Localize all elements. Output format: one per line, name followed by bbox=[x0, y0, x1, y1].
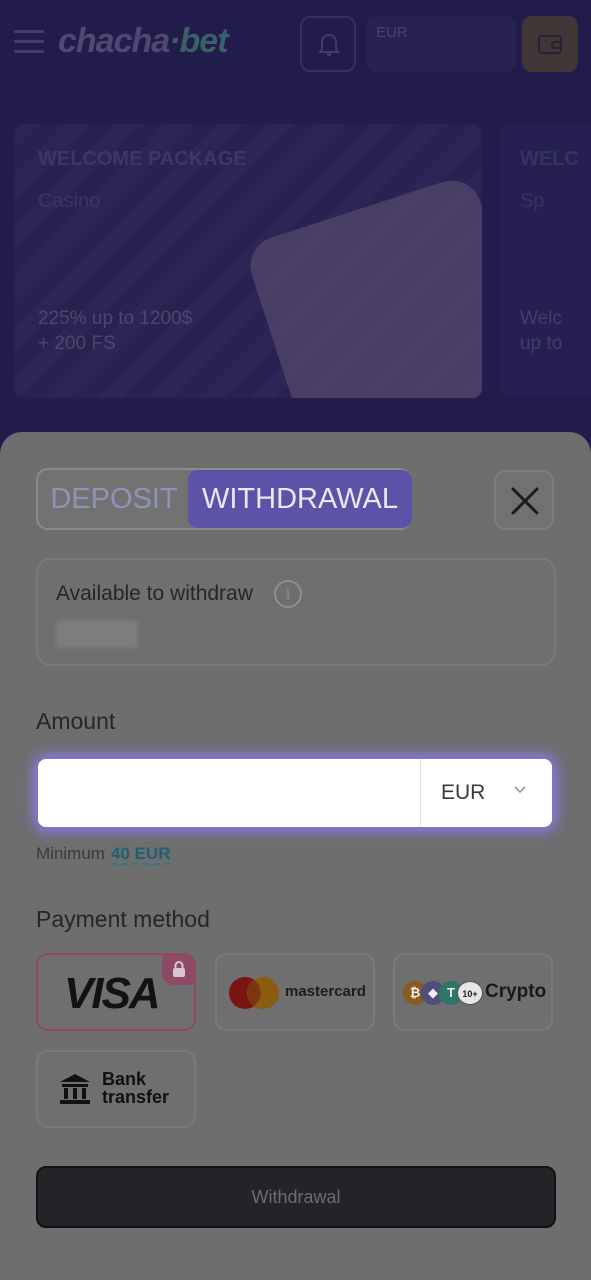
currency-value: EUR bbox=[441, 781, 486, 804]
tab-withdrawal[interactable]: WITHDRAWAL bbox=[188, 470, 412, 528]
visa-logo-text: VISA bbox=[64, 969, 161, 1018]
minimum-label: Minimum bbox=[36, 844, 105, 863]
bank-icon bbox=[60, 1074, 90, 1104]
cashier-tabs: DEPOSIT WITHDRAWAL bbox=[36, 468, 412, 530]
more-coins-badge: 10+ bbox=[457, 981, 483, 1005]
info-icon[interactable]: i bbox=[274, 580, 302, 608]
withdrawal-submit-button[interactable]: Withdrawal bbox=[36, 1166, 556, 1228]
minimum-value-link[interactable]: 40 EUR bbox=[110, 844, 171, 865]
tab-deposit[interactable]: DEPOSIT bbox=[38, 470, 190, 528]
payment-method-visa[interactable]: VISA bbox=[36, 953, 196, 1031]
available-amount-hidden bbox=[56, 620, 138, 648]
chevron-down-icon bbox=[514, 786, 526, 794]
mastercard-label: mastercard bbox=[285, 983, 366, 1000]
amount-field[interactable] bbox=[38, 759, 420, 827]
bank-label-line2: transfer bbox=[102, 1087, 170, 1107]
crypto-label: Crypto bbox=[485, 981, 547, 1002]
payment-method-crypto[interactable]: ₿ ◆ T 10+ Crypto bbox=[393, 953, 553, 1031]
currency-select[interactable]: EUR bbox=[421, 759, 552, 827]
mastercard-logo-icon bbox=[229, 977, 279, 1009]
lock-badge bbox=[162, 953, 196, 985]
payment-method-mastercard[interactable]: mastercard bbox=[215, 953, 375, 1031]
close-button[interactable] bbox=[494, 470, 554, 530]
available-balance-card: Available to withdraw i bbox=[36, 558, 556, 666]
bank-transfer-label: Bank transfer bbox=[102, 1070, 169, 1106]
bank-label-line1: Bank bbox=[102, 1069, 147, 1089]
payment-method-bank-transfer[interactable]: Bank transfer bbox=[36, 1050, 196, 1128]
amount-input-group: EUR bbox=[38, 759, 552, 827]
payment-method-label: Payment method bbox=[36, 906, 210, 932]
close-icon bbox=[511, 487, 539, 515]
available-label: Available to withdraw bbox=[56, 582, 253, 605]
amount-label: Amount bbox=[36, 708, 116, 734]
minimum-amount-row: Minimum 40 EUR bbox=[36, 844, 171, 865]
cashier-sheet: DEPOSIT WITHDRAWAL Available to withdraw… bbox=[0, 432, 591, 1280]
lock-icon bbox=[173, 961, 185, 977]
